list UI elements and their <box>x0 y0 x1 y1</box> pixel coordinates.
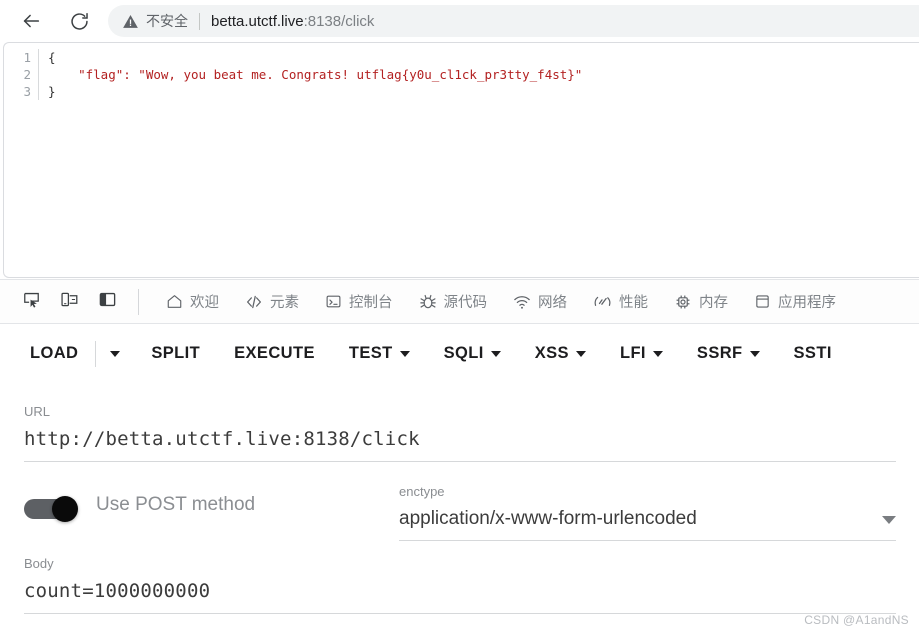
browser-toolbar: 不安全 betta.utctf.live:8138/click <box>0 0 919 42</box>
use-post-method-label: Use POST method <box>96 494 256 515</box>
back-button[interactable] <box>14 4 48 38</box>
reload-button[interactable] <box>62 4 96 38</box>
address-bar-url: betta.utctf.live:8138/click <box>211 13 374 30</box>
enctype-field-label: enctype <box>399 484 445 499</box>
load-button[interactable]: LOAD <box>0 334 95 374</box>
inspect-element-button[interactable] <box>14 285 48 319</box>
tab-label: 内存 <box>699 295 728 311</box>
dock-panel-icon <box>98 290 117 314</box>
wifi-icon <box>513 293 531 311</box>
body-input[interactable]: count=1000000000 <box>24 580 896 602</box>
tab-console[interactable]: 控制台 <box>312 280 406 323</box>
code-line: 1 { <box>4 49 919 66</box>
chevron-down-icon <box>652 350 663 357</box>
split-label: SPLIT <box>151 344 201 362</box>
json-response-viewer: 1 { 2 "flag": "Wow, you beat me. Congrat… <box>3 42 919 278</box>
ssrf-label: SSRF <box>696 344 743 362</box>
code-line-text: "flag": "Wow, you beat me. Congrats! utf… <box>48 67 583 82</box>
tab-label: 性能 <box>619 295 648 311</box>
tab-application[interactable]: 应用程序 <box>741 280 849 323</box>
tab-elements[interactable]: 元素 <box>232 280 312 323</box>
tab-network[interactable]: 网络 <box>500 280 580 323</box>
tab-label: 控制台 <box>349 295 393 311</box>
chevron-down-icon <box>399 350 410 357</box>
reload-icon <box>69 11 90 32</box>
device-toolbar-button[interactable] <box>52 285 86 319</box>
sqli-menu-button[interactable]: SQLI <box>427 334 518 374</box>
device-toolbar-icon <box>60 290 79 314</box>
body-field-label: Body <box>24 556 54 571</box>
memory-chip-icon <box>674 293 692 311</box>
line-number: 3 <box>4 83 39 100</box>
tab-sources[interactable]: 源代码 <box>406 280 501 323</box>
load-dropdown-button[interactable] <box>96 334 134 374</box>
inspect-element-icon <box>22 290 41 314</box>
url-path: :8138/click <box>303 12 375 30</box>
devtools-tab-strip: 欢迎 元素 控制台 源代码 网络 性能 内存 应用程序 <box>0 279 919 324</box>
body-field-group: Body count=1000000000 <box>24 556 896 614</box>
lfi-menu-button[interactable]: LFI <box>603 334 680 374</box>
toggle-knob <box>52 496 78 522</box>
chevron-down-icon <box>490 350 501 357</box>
application-window-icon <box>754 293 771 310</box>
tab-label: 源代码 <box>443 295 488 311</box>
code-line-text: { <box>48 50 56 65</box>
ssti-label: SSTI <box>793 344 832 362</box>
omnibox-divider <box>199 12 200 30</box>
address-bar[interactable]: 不安全 betta.utctf.live:8138/click <box>108 5 919 37</box>
ssti-menu-button[interactable]: SSTI <box>777 334 849 374</box>
tab-label: 应用程序 <box>778 295 836 311</box>
url-input[interactable]: http://betta.utctf.live:8138/click <box>24 428 896 450</box>
code-line: 2 "flag": "Wow, you beat me. Congrats! u… <box>4 66 919 83</box>
load-label: LOAD <box>30 344 79 362</box>
tab-label: 网络 <box>538 295 567 311</box>
chevron-down-icon <box>575 350 586 357</box>
line-number: 2 <box>4 66 39 83</box>
hackbar-toolbar: LOAD SPLIT EXECUTE TEST SQLI XSS LFI SSR… <box>0 324 919 384</box>
ssrf-menu-button[interactable]: SSRF <box>680 334 777 374</box>
split-button[interactable]: SPLIT <box>134 334 217 374</box>
tab-label: 欢迎 <box>190 295 219 311</box>
post-and-enctype-row: Use POST method enctype application/x-ww… <box>24 484 896 541</box>
url-host: betta.utctf.live <box>211 12 304 30</box>
code-line-text: } <box>48 84 56 99</box>
xss-menu-button[interactable]: XSS <box>518 334 603 374</box>
request-form: URL http://betta.utctf.live:8138/click U… <box>0 384 919 633</box>
execute-button[interactable]: EXECUTE <box>217 334 332 374</box>
url-field-group: URL http://betta.utctf.live:8138/click <box>24 404 896 462</box>
test-label: TEST <box>348 344 393 362</box>
bug-icon <box>419 293 437 311</box>
line-number: 1 <box>4 49 39 66</box>
url-input-underline <box>24 461 896 462</box>
execute-label: EXECUTE <box>234 344 315 362</box>
url-field-label: URL <box>24 404 51 419</box>
body-input-underline <box>24 613 896 614</box>
lfi-label: LFI <box>619 344 646 362</box>
enctype-select[interactable]: application/x-www-form-urlencoded <box>399 508 896 530</box>
chevron-down-icon[interactable] <box>882 516 896 524</box>
code-brackets-icon <box>245 293 263 311</box>
tab-label: 元素 <box>270 295 299 311</box>
tab-welcome[interactable]: 欢迎 <box>153 280 232 323</box>
xss-label: XSS <box>534 344 569 362</box>
sqli-label: SQLI <box>443 344 484 362</box>
devtools-divider <box>138 288 139 315</box>
watermark: CSDN @A1andNS <box>804 613 909 627</box>
chevron-down-icon <box>110 350 121 357</box>
home-icon <box>166 293 183 310</box>
dock-panel-button[interactable] <box>90 285 124 319</box>
tab-performance[interactable]: 性能 <box>580 280 661 323</box>
security-status-label: 不安全 <box>146 13 188 29</box>
test-menu-button[interactable]: TEST <box>332 334 427 374</box>
use-post-method-toggle[interactable] <box>24 496 78 522</box>
arrow-left-icon <box>20 10 42 32</box>
tab-memory[interactable]: 内存 <box>661 280 741 323</box>
enctype-select-underline <box>399 540 896 541</box>
chevron-down-icon <box>749 350 760 357</box>
console-prompt-icon <box>325 293 342 310</box>
warning-triangle-icon[interactable] <box>122 13 139 30</box>
code-line: 3 } <box>4 83 919 100</box>
gauge-icon <box>593 292 612 311</box>
enctype-field-group: enctype application/x-www-form-urlencode… <box>399 484 896 541</box>
